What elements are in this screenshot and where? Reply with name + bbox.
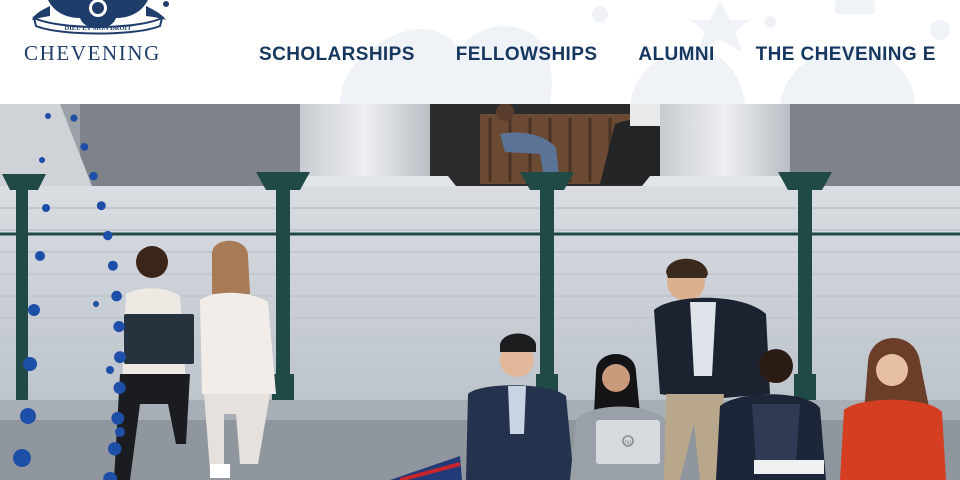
decorative-dot: [45, 113, 51, 119]
motto-text: DIEU ET MON DROIT: [65, 25, 133, 32]
decorative-dot: [108, 442, 122, 456]
decorative-dot: [107, 260, 118, 271]
decorative-dot: [39, 157, 45, 163]
decorative-dot: [20, 408, 36, 424]
decorative-dot: [115, 427, 125, 437]
decorative-dot: [113, 321, 125, 333]
students-on-steps-photo: hp: [0, 104, 960, 480]
decorative-dot: [106, 366, 114, 374]
decorative-dot: [35, 251, 45, 261]
nav-the-chevening-experience[interactable]: THE CHEVENING E: [756, 44, 936, 68]
site-header: DIEU ET MON DROIT CHEVENING SCHOLARSHIPS…: [0, 0, 960, 104]
nav-alumni[interactable]: ALUMNI: [638, 44, 714, 68]
nav-fellowships[interactable]: FELLOWSHIPS: [456, 44, 598, 68]
nav-scholarships[interactable]: SCHOLARSHIPS: [259, 44, 415, 68]
decorative-dot: [111, 290, 122, 302]
decorative-dot: [111, 411, 125, 425]
main-nav: SCHOLARSHIPS FELLOWSHIPS ALUMNI THE CHEV…: [259, 44, 936, 68]
decorative-dot: [23, 357, 37, 371]
chevening-logo[interactable]: DIEU ET MON DROIT CHEVENING: [20, 0, 180, 70]
decorative-dot: [80, 143, 89, 151]
decorative-dot: [42, 204, 50, 212]
logo-wordmark: CHEVENING: [24, 41, 161, 65]
laptop-badge: hp: [625, 440, 632, 446]
decorative-dot: [114, 351, 126, 364]
decorative-dot: [103, 230, 113, 241]
decorative-dot: [28, 304, 40, 316]
decorative-dot: [113, 381, 126, 394]
decorative-dot: [70, 114, 78, 122]
royal-crest-icon: DIEU ET MON DROIT: [32, 0, 169, 35]
decorative-dot: [96, 201, 106, 211]
decorative-dot: [89, 171, 98, 181]
hero-image: hp: [0, 104, 960, 480]
decorative-dot: [13, 449, 31, 467]
decorative-dot: [93, 301, 99, 307]
